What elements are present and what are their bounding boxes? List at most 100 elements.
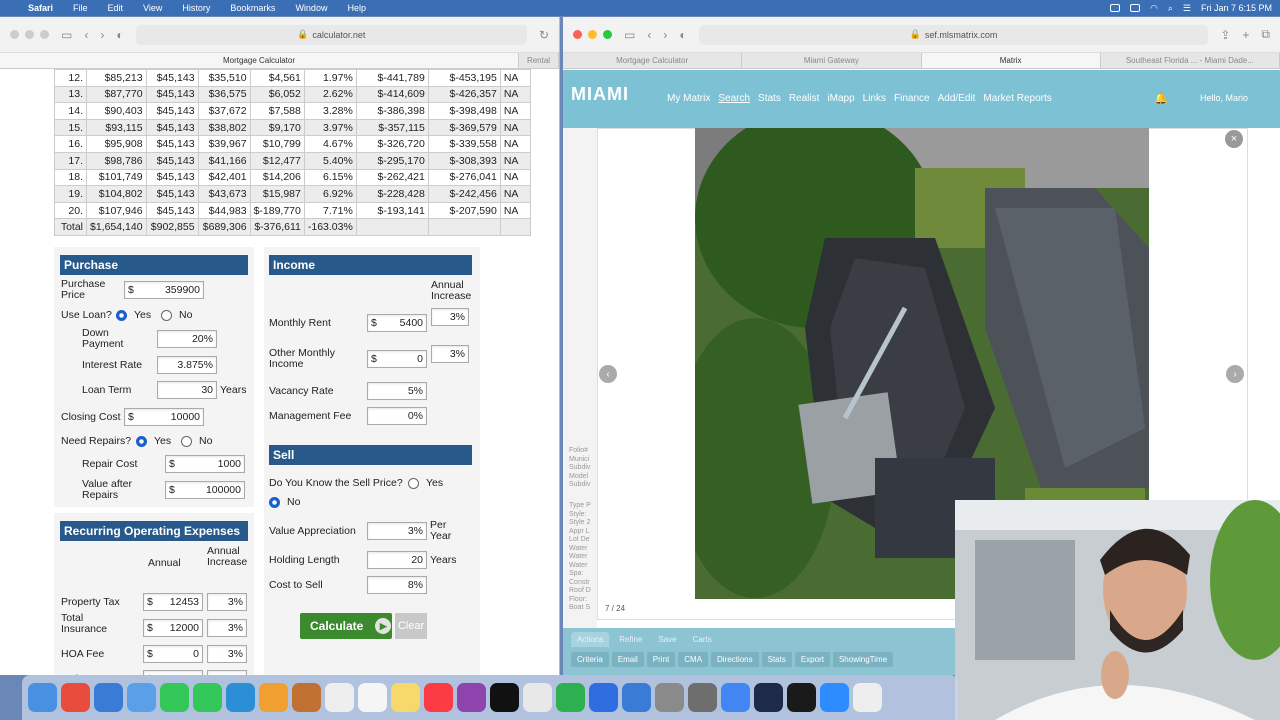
action-tab[interactable]: Carts (687, 632, 718, 647)
dock-app-icon[interactable] (226, 683, 255, 712)
back-icon[interactable]: ‹ (84, 28, 88, 42)
interest-rate-field[interactable]: 3.875% (157, 356, 217, 374)
dock-app-icon[interactable] (556, 683, 585, 712)
minimize-window-button-right[interactable] (588, 30, 597, 39)
rent-increase-field[interactable]: 3% (431, 308, 469, 326)
nav-item[interactable]: My Matrix (667, 93, 710, 104)
other-income-increase-field[interactable]: 3% (431, 345, 469, 363)
dock-app-icon[interactable] (754, 683, 783, 712)
dock-app-icon[interactable] (721, 683, 750, 712)
dock-app-icon[interactable] (688, 683, 717, 712)
need-repairs-yes-radio[interactable] (136, 436, 147, 447)
nav-item[interactable]: Realist (789, 93, 820, 104)
know-sell-price-no-radio[interactable] (269, 497, 280, 508)
nav-item[interactable]: Links (863, 93, 886, 104)
cost-to-sell-field[interactable]: 8% (367, 576, 427, 594)
nav-item[interactable]: iMapp (827, 93, 854, 104)
dock-app-icon[interactable] (457, 683, 486, 712)
calculate-button[interactable]: Calculate ▶ (300, 613, 392, 639)
menu-app-name[interactable]: Safari (28, 3, 53, 13)
dock-app-icon[interactable] (193, 683, 222, 712)
dock-app-icon[interactable] (292, 683, 321, 712)
dock-app-icon[interactable] (28, 683, 57, 712)
control-center-icon[interactable]: ☰ (1183, 3, 1191, 14)
address-bar-right[interactable]: 🔒 sef.mlsmatrix.com (698, 24, 1209, 45)
tab-miami-gateway[interactable]: Miami Gateway (742, 53, 922, 68)
action-button[interactable]: Print (646, 652, 676, 667)
expense-value-field[interactable]: $12453 (143, 593, 203, 611)
action-tab[interactable]: Refine (613, 632, 648, 647)
tab-mortgage-calculator-right[interactable]: Mortgage Calculator (563, 53, 743, 68)
use-loan-yes-radio[interactable] (116, 310, 127, 321)
repair-cost-field[interactable]: $1000 (165, 455, 245, 473)
close-window-button-right[interactable] (573, 30, 582, 39)
action-tab[interactable]: Actions (571, 632, 610, 647)
holding-length-field[interactable]: 20 (367, 551, 427, 569)
minimize-window-button[interactable] (25, 30, 34, 39)
action-button[interactable]: ShowingTime (832, 652, 894, 667)
dock-app-icon[interactable] (853, 683, 882, 712)
action-button[interactable]: Stats (761, 652, 792, 667)
menu-bookmarks[interactable]: Bookmarks (230, 3, 275, 13)
shield-icon[interactable]: ◐ (116, 28, 123, 42)
know-sell-price-yes-radio[interactable] (408, 478, 419, 489)
nav-item[interactable]: Market Reports (983, 93, 1051, 104)
action-button[interactable]: Email (611, 652, 644, 667)
next-photo-button[interactable]: › (1226, 365, 1244, 383)
tab-matrix[interactable]: Matrix (921, 53, 1101, 68)
menu-help[interactable]: Help (347, 3, 366, 13)
vacancy-rate-field[interactable]: 5% (367, 382, 427, 400)
dock-app-icon[interactable] (820, 683, 849, 712)
new-tab-icon[interactable]: + (1242, 28, 1249, 42)
search-icon[interactable]: ⌕ (1168, 3, 1173, 14)
back-icon-right[interactable]: ‹ (647, 28, 651, 42)
tab-rental[interactable]: Rental (519, 53, 559, 68)
sidebar-icon[interactable]: ▭ (61, 28, 72, 42)
menu-edit[interactable]: Edit (108, 3, 124, 13)
clear-button[interactable]: Clear (395, 613, 427, 639)
wifi-icon[interactable]: ◠ (1150, 3, 1158, 14)
close-modal-button[interactable]: × (1225, 130, 1243, 148)
sidebar-icon-right[interactable]: ▭ (624, 28, 635, 42)
menu-file[interactable]: File (73, 3, 88, 13)
dock-app-icon[interactable] (94, 683, 123, 712)
menu-clock[interactable]: Fri Jan 7 6:15 PM (1201, 3, 1272, 13)
dock-app-icon[interactable] (589, 683, 618, 712)
forward-icon[interactable]: › (100, 28, 104, 42)
tab-mortgage-calculator[interactable]: Mortgage Calculator (0, 53, 519, 68)
monthly-rent-field[interactable]: $5400 (367, 314, 427, 332)
down-payment-field[interactable]: 20% (157, 330, 217, 348)
tab-southeast-florida[interactable]: Southeast Florida ... - Miami Dade... (1101, 53, 1280, 68)
menu-view[interactable]: View (143, 3, 162, 13)
dock-app-icon[interactable] (490, 683, 519, 712)
value-after-repairs-field[interactable]: $100000 (165, 481, 245, 499)
screen-record-icon[interactable] (1109, 4, 1120, 12)
menu-window[interactable]: Window (295, 3, 327, 13)
action-button[interactable]: CMA (678, 652, 709, 667)
nav-item[interactable]: Finance (894, 93, 930, 104)
value-appreciation-field[interactable]: 3% (367, 522, 427, 540)
display-icon[interactable] (1129, 4, 1140, 12)
miami-logo[interactable]: MIAMI (571, 84, 629, 105)
dock-app-icon[interactable] (523, 683, 552, 712)
purchase-price-field[interactable]: $359900 (124, 281, 204, 299)
other-income-field[interactable]: $0 (367, 350, 427, 368)
user-menu[interactable]: Hello, Mario (1200, 93, 1248, 103)
expense-value-field[interactable]: $12000 (143, 619, 203, 637)
action-button[interactable]: Directions (711, 652, 759, 667)
menu-history[interactable]: History (182, 3, 210, 13)
zoom-window-button-right[interactable] (603, 30, 612, 39)
dock-app-icon[interactable] (358, 683, 387, 712)
dock-app-icon[interactable] (622, 683, 651, 712)
use-loan-no-radio[interactable] (161, 310, 172, 321)
nav-item[interactable]: Stats (758, 93, 781, 104)
bell-icon[interactable]: 🔔 (1154, 92, 1168, 105)
dock-app-icon[interactable] (325, 683, 354, 712)
dock-app-icon[interactable] (655, 683, 684, 712)
dock-app-icon[interactable] (61, 683, 90, 712)
share-icon[interactable]: ⇪ (1220, 28, 1230, 42)
forward-icon-right[interactable]: › (663, 28, 667, 42)
tab-overview-icon[interactable]: ⧉ (1261, 27, 1270, 42)
close-window-button[interactable] (10, 30, 19, 39)
dock-app-icon[interactable] (391, 683, 420, 712)
